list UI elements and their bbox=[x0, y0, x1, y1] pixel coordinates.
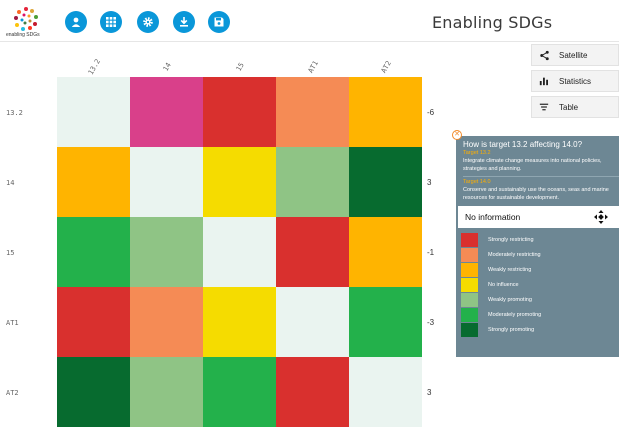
app-title: Enabling SDGs bbox=[432, 13, 553, 32]
header-divider bbox=[0, 41, 619, 42]
satellite-label: Satellite bbox=[559, 50, 588, 60]
legend-label: Strongly promoting bbox=[488, 327, 535, 333]
column-header-label: 14 bbox=[161, 61, 173, 73]
legend-item: No influence bbox=[461, 278, 519, 292]
matrix-cell[interactable] bbox=[349, 287, 422, 357]
legend-swatch bbox=[461, 323, 478, 337]
legend-swatch bbox=[461, 278, 478, 292]
target-a-label: Target 13.2 bbox=[463, 150, 491, 156]
matrix-cell[interactable] bbox=[130, 357, 203, 427]
row-score: 3 bbox=[427, 178, 432, 187]
column-header-label: 15 bbox=[234, 61, 246, 73]
download-icon-button[interactable] bbox=[173, 11, 195, 33]
matrix-cell[interactable] bbox=[57, 217, 130, 287]
legend-label: No influence bbox=[488, 282, 519, 288]
legend-swatch bbox=[461, 248, 478, 262]
matrix-cell[interactable] bbox=[130, 287, 203, 357]
column-header-label: AT2 bbox=[379, 59, 393, 75]
matrix-cell[interactable] bbox=[130, 217, 203, 287]
row-header: 15 bbox=[6, 249, 15, 257]
matrix-cell[interactable] bbox=[130, 77, 203, 147]
matrix-cell[interactable] bbox=[349, 357, 422, 427]
matrix-cell[interactable] bbox=[203, 147, 276, 217]
column-header-label: AT1 bbox=[306, 59, 320, 75]
matrix-cell[interactable] bbox=[203, 287, 276, 357]
matrix-cell[interactable] bbox=[57, 77, 130, 147]
statistics-label: Statistics bbox=[559, 76, 592, 86]
panel-separator bbox=[463, 176, 619, 177]
satellite-button[interactable]: Satellite bbox=[531, 44, 619, 66]
matrix-cell[interactable] bbox=[276, 217, 349, 287]
matrix-cell[interactable] bbox=[130, 147, 203, 217]
row-score: 3 bbox=[427, 388, 432, 397]
row-header: 13.2 bbox=[6, 109, 23, 117]
row-header: AT2 bbox=[6, 389, 19, 397]
save-icon bbox=[214, 17, 224, 27]
legend-swatch bbox=[461, 308, 478, 322]
move-icon[interactable] bbox=[594, 210, 608, 224]
close-panel-button[interactable]: ✕ bbox=[452, 130, 462, 140]
table-label: Table bbox=[559, 102, 579, 112]
statistics-button[interactable]: Statistics bbox=[531, 70, 619, 92]
row-header: 14 bbox=[6, 179, 15, 187]
legend-item: Strongly promoting bbox=[461, 323, 534, 337]
legend-label: Weakly promoting bbox=[488, 297, 532, 303]
matrix-cell[interactable] bbox=[203, 357, 276, 427]
row-score: -3 bbox=[427, 318, 435, 327]
legend-item: Moderately promoting bbox=[461, 308, 541, 322]
user-icon-button[interactable] bbox=[65, 11, 87, 33]
grid-icon-button[interactable] bbox=[100, 11, 122, 33]
filter-icon bbox=[539, 103, 549, 111]
legend-label: Moderately restricting bbox=[488, 252, 541, 258]
grid-icon bbox=[106, 17, 116, 27]
matrix-cell[interactable] bbox=[276, 287, 349, 357]
legend-swatch bbox=[461, 233, 478, 247]
save-icon-button[interactable] bbox=[208, 11, 230, 33]
panel-title: How is target 13.2 affecting 14.0? bbox=[463, 140, 583, 149]
matrix-cell[interactable] bbox=[57, 147, 130, 217]
target-a-description: Integrate climate change measures into n… bbox=[463, 158, 602, 172]
logo-text: enabling SDGs bbox=[6, 32, 40, 38]
legend-label: Strongly restricting bbox=[488, 237, 534, 243]
matrix-cell[interactable] bbox=[349, 77, 422, 147]
legend-item: Weakly restricting bbox=[461, 263, 531, 277]
gear-icon bbox=[143, 17, 153, 27]
share-icon bbox=[539, 50, 549, 60]
settings-icon-button[interactable] bbox=[137, 11, 159, 33]
legend-item: Moderately restricting bbox=[461, 248, 541, 262]
user-icon bbox=[71, 17, 81, 27]
legend-label: Weakly restricting bbox=[488, 267, 532, 273]
download-icon bbox=[180, 17, 188, 27]
legend-swatch bbox=[461, 263, 478, 277]
legend-item: Strongly restricting bbox=[461, 233, 534, 247]
target-b-label: Target 14.0 bbox=[463, 179, 491, 185]
legend-swatch bbox=[461, 293, 478, 307]
column-header-label: 13.2 bbox=[86, 57, 102, 77]
matrix-cell[interactable] bbox=[349, 147, 422, 217]
bar-chart-icon bbox=[539, 77, 548, 86]
table-button[interactable]: Table bbox=[531, 96, 619, 118]
matrix-cell[interactable] bbox=[203, 77, 276, 147]
matrix-cell[interactable] bbox=[57, 287, 130, 357]
row-header: AT1 bbox=[6, 319, 19, 327]
target-b-description: Conserve and sustainably use the oceans,… bbox=[463, 187, 609, 201]
row-score: -1 bbox=[427, 248, 435, 257]
matrix-cell[interactable] bbox=[57, 357, 130, 427]
legend-label: Moderately promoting bbox=[488, 312, 542, 318]
row-score: -6 bbox=[427, 108, 435, 117]
matrix-cell[interactable] bbox=[349, 217, 422, 287]
matrix-cell[interactable] bbox=[276, 357, 349, 427]
matrix-cell[interactable] bbox=[276, 147, 349, 217]
matrix-cell[interactable] bbox=[203, 217, 276, 287]
legend-item: Weakly promoting bbox=[461, 293, 532, 307]
matrix-cell[interactable] bbox=[276, 77, 349, 147]
selected-interaction-label: No information bbox=[465, 212, 521, 222]
close-icon: ✕ bbox=[454, 131, 460, 138]
